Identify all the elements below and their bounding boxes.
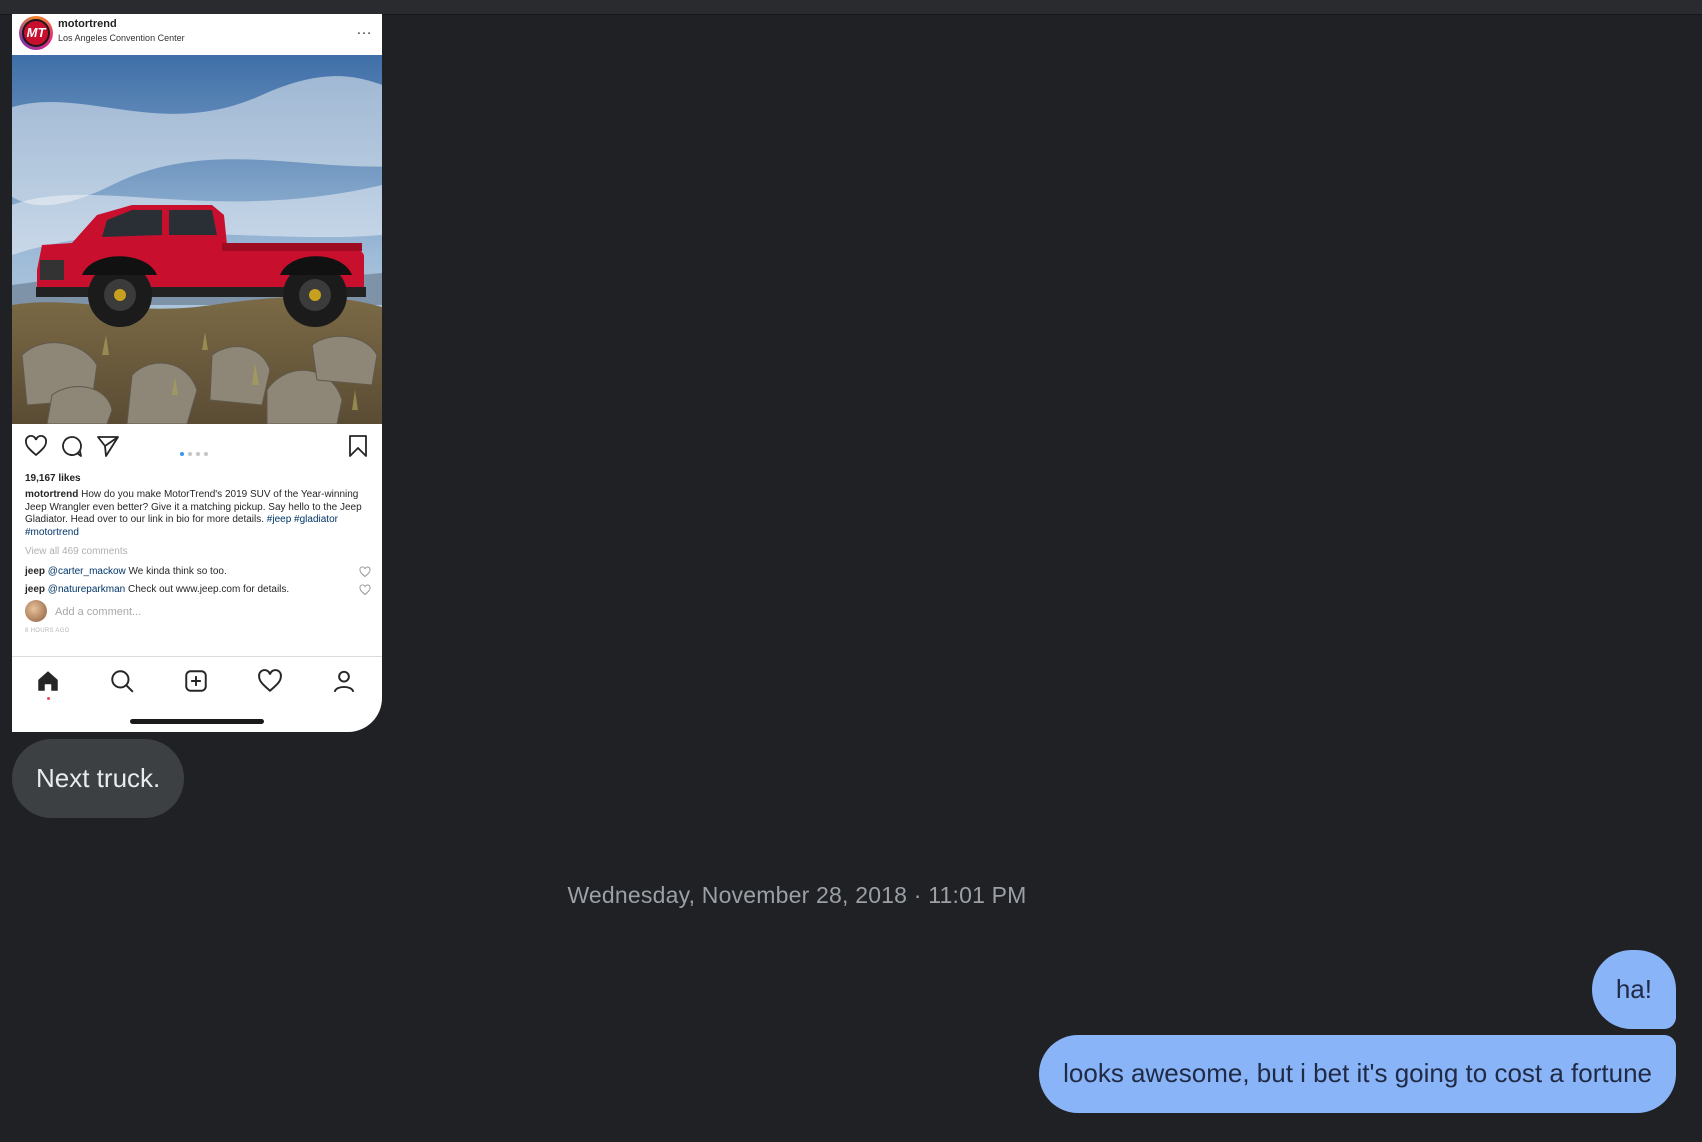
post-location: Los Angeles Convention Center [58, 33, 185, 43]
instagram-bottom-nav [12, 664, 382, 708]
comment-username: jeep [25, 584, 46, 595]
conversation-timestamp: Wednesday, November 28, 2018 · 11:01 PM [567, 882, 1027, 908]
likes-count: 19,167 likes [25, 473, 81, 484]
post-actions [12, 434, 382, 464]
home-indicator-bar [130, 719, 264, 724]
carousel-dot [204, 452, 208, 456]
comment-like-icon [359, 566, 371, 578]
message-text: ha! [1615, 973, 1652, 1004]
incoming-message-bubble[interactable]: Next truck. [12, 739, 185, 818]
add-post-icon [185, 670, 207, 692]
comment-mention: @carter_mackow [47, 566, 126, 577]
home-icon [38, 671, 58, 691]
comment-row: jeep @natureparkman Check out www.jeep.c… [25, 584, 289, 595]
more-options-icon: … [356, 21, 372, 38]
add-comment-input [55, 604, 255, 620]
carousel-indicator [180, 443, 212, 456]
comment-icon[interactable] [60, 434, 84, 458]
comment-username: jeep [25, 566, 46, 577]
nav-divider [12, 656, 382, 657]
heart-icon[interactable] [24, 434, 48, 458]
caption-username: motortrend [25, 489, 79, 500]
post-time-ago: 8 HOURS AGO [25, 628, 70, 634]
outgoing-message-bubble[interactable]: ha! [1591, 950, 1676, 1029]
shared-screenshot-image[interactable]: MT motortrend Los Angeles Convention Cen… [12, 14, 382, 732]
post-username: motortrend [58, 18, 117, 30]
profile-icon [333, 670, 355, 693]
view-all-comments-link: View all 469 comments [25, 546, 128, 557]
comment-row: jeep @carter_mackow We kinda think so to… [25, 566, 227, 577]
account-avatar-logo: MT [22, 19, 50, 47]
commenter-avatar [25, 600, 47, 622]
search-icon [111, 670, 134, 693]
activity-heart-icon [258, 669, 282, 693]
comment-text: We kinda think so too. [128, 566, 227, 577]
account-avatar: MT [19, 16, 53, 50]
carousel-dot [188, 452, 192, 456]
post-photo [12, 55, 382, 424]
post-header: MT motortrend Los Angeles Convention Cen… [12, 14, 382, 55]
comment-mention: @natureparkman [47, 584, 126, 595]
bookmark-icon[interactable] [346, 434, 370, 458]
post-caption: motortrend How do you make MotorTrend's … [25, 489, 365, 539]
message-text: looks awesome, but i bet it's going to c… [1063, 1058, 1652, 1089]
home-active-dot [47, 697, 50, 700]
carousel-dot-active [180, 452, 184, 456]
message-thread: MT motortrend Los Angeles Convention Cen… [0, 0, 1702, 1142]
carousel-dot [196, 452, 200, 456]
comment-like-icon [359, 584, 371, 596]
comment-text: Check out www.jeep.com for details. [128, 584, 290, 595]
share-icon[interactable] [96, 434, 120, 458]
outgoing-message-bubble[interactable]: looks awesome, but i bet it's going to c… [1039, 1035, 1676, 1113]
jeep-truck-photo [12, 55, 382, 424]
message-text: Next truck. [36, 762, 161, 793]
